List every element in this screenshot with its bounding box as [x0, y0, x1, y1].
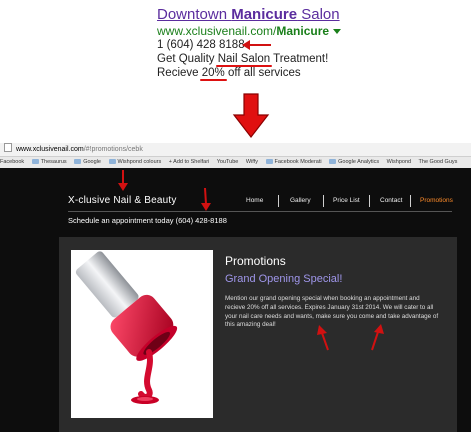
- ad-phone[interactable]: 1 (604) 428 8188: [157, 39, 245, 51]
- ad-headline-pre: Downtown: [157, 6, 232, 23]
- nail-polish-bottle-icon: [75, 251, 178, 404]
- ad-display-url[interactable]: www.xclusivenail.com/Manicure: [157, 24, 342, 38]
- ad-description-2: Recieve 20% off all services: [157, 67, 301, 79]
- annotation-arrow-phone-site-icon: [201, 188, 211, 211]
- promotion-title: Grand Opening Special!: [225, 273, 343, 285]
- site-logo[interactable]: X-clusive Nail & Beauty: [68, 195, 177, 206]
- ad-url-pre: www.xclusivenail.com/: [157, 24, 277, 38]
- ad-desc2-pre: Recieve: [157, 67, 202, 79]
- page-icon: [4, 143, 12, 152]
- nav-home[interactable]: Home: [246, 197, 263, 204]
- bookmark-item[interactable]: Thesaurus: [31, 159, 67, 165]
- bookmark-item[interactable]: Wiffy: [246, 159, 258, 165]
- promotions-heading: Promotions: [225, 254, 286, 268]
- header-rule: [68, 211, 452, 212]
- address-bar[interactable]: www.xclusivenail.com/#!promotions/cebk: [0, 143, 471, 157]
- bookmark-item[interactable]: The Good Guys: [419, 159, 458, 165]
- ad-headline-keyword: Manicure: [231, 6, 298, 23]
- bookmark-item[interactable]: Facebook Moderati: [265, 159, 322, 165]
- ad-description-1: Get Quality Nail Salon Treatment!: [157, 53, 328, 65]
- bookmark-item[interactable]: + Add to Shelfari: [169, 159, 210, 165]
- bookmark-label: Facebook Moderati: [274, 159, 322, 165]
- annotation-arrow-discount-icon: [317, 325, 329, 351]
- bookmark-item[interactable]: YouTube: [217, 159, 239, 165]
- nav-contact[interactable]: Contact: [380, 197, 402, 204]
- schedule-line: Schedule an appointment today (604) 428-…: [68, 216, 227, 225]
- bookmark-label: Thesaurus: [40, 159, 67, 165]
- nav-divider: [369, 195, 370, 207]
- nav-divider: [323, 195, 324, 207]
- address-path: /#!promotions/cebk: [83, 146, 143, 153]
- ad-desc2-highlight: 20%: [201, 67, 225, 79]
- annotation-arrow-logo-icon: [118, 170, 128, 191]
- bookmark-label: Google Analytics: [338, 159, 380, 165]
- annotation-big-down-arrow-icon: [232, 93, 270, 138]
- annotation-arrow-phone-icon: [242, 40, 271, 50]
- bookmark-item[interactable]: Wishpond: [387, 159, 411, 165]
- folder-icon: [265, 159, 273, 164]
- ad-desc1-pre: Get Quality: [157, 53, 218, 65]
- nav-divider: [410, 195, 411, 207]
- annotation-arrow-services-icon: [371, 324, 384, 351]
- ad-desc1-post: Treatment!: [270, 53, 329, 65]
- folder-icon: [329, 159, 337, 164]
- folder-icon: [74, 159, 82, 164]
- nav-divider: [278, 195, 279, 207]
- folder-icon: [31, 159, 39, 164]
- nail-polish-image: [71, 250, 213, 418]
- ad-headline-post: Salon: [297, 6, 340, 23]
- folder-icon: [108, 159, 116, 164]
- bookmark-label: Google: [83, 159, 101, 165]
- ad-headline-link[interactable]: Downtown Manicure Salon: [157, 6, 340, 23]
- bookmark-item[interactable]: Google: [74, 159, 101, 165]
- address-host: www.xclusivenail.com: [16, 146, 84, 153]
- bookmark-item[interactable]: Facebook: [0, 159, 24, 165]
- bookmark-item[interactable]: Google Analytics: [329, 159, 379, 165]
- ad-desc2-post: off all services: [224, 67, 301, 79]
- nav-gallery[interactable]: Gallery: [290, 197, 311, 204]
- bookmark-label: Wishpond colours: [117, 159, 162, 165]
- dropdown-triangle-icon[interactable]: [333, 29, 342, 35]
- nav-price-list[interactable]: Price List: [333, 197, 360, 204]
- ad-desc1-highlight: Nail Salon: [217, 53, 271, 65]
- nav-promotions[interactable]: Promotions: [420, 197, 453, 204]
- bookmark-item[interactable]: Wishpond colours: [108, 159, 162, 165]
- ad-url-keyword: Manicure: [276, 24, 330, 38]
